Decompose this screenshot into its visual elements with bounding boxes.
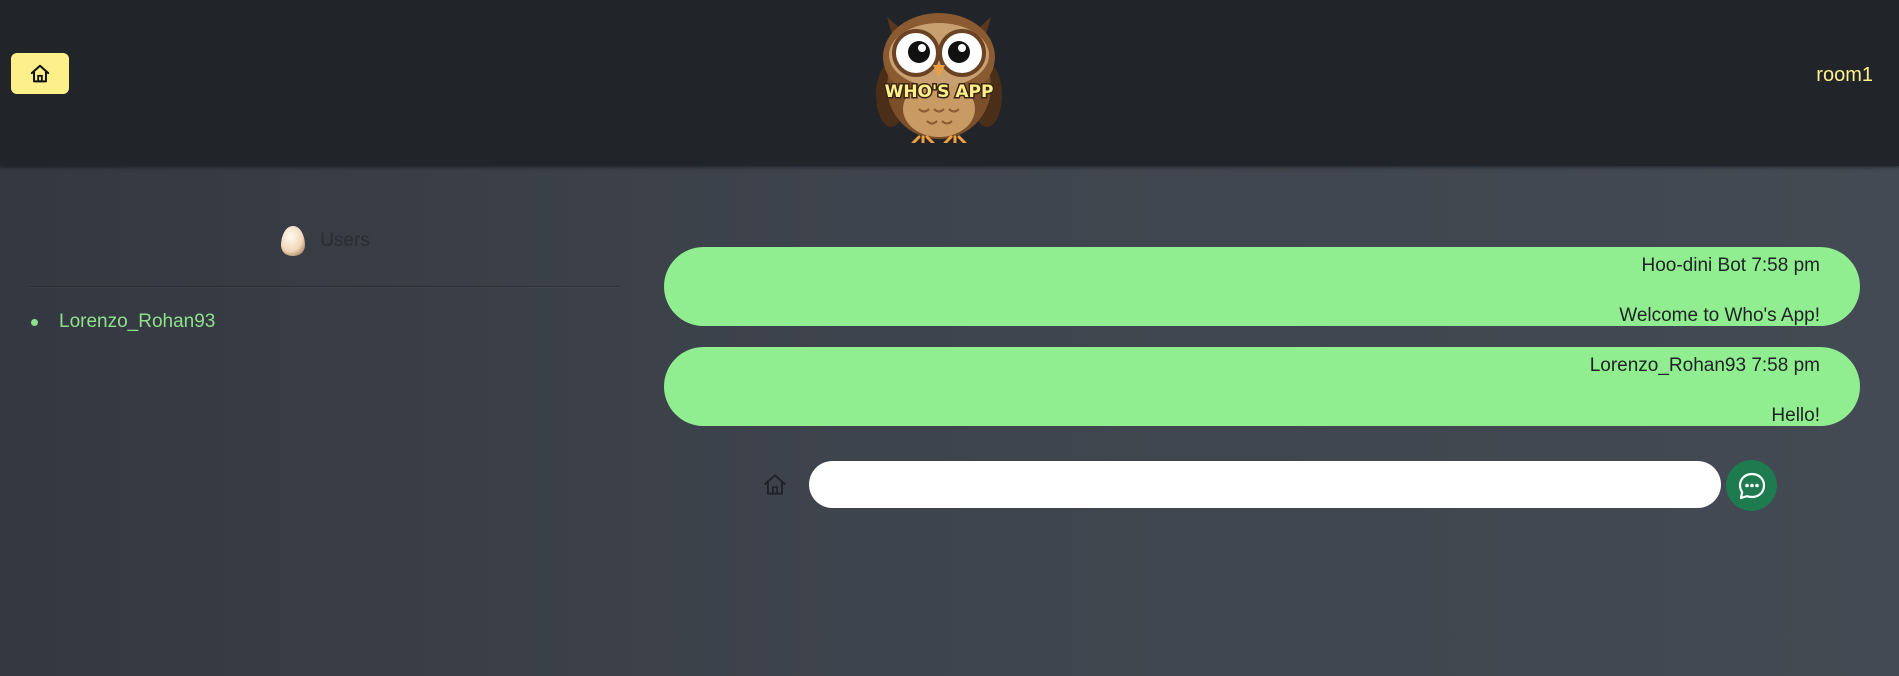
home-icon [30, 64, 50, 82]
users-title: Users [320, 230, 370, 251]
app-header: WHO'S APP room1 [0, 0, 1899, 166]
message-text: Welcome to Who's App! [1619, 305, 1820, 326]
egg-icon [281, 226, 306, 256]
home-button[interactable] [11, 53, 69, 94]
user-list-item: Lorenzo_Rohan93 [30, 311, 620, 333]
message-input[interactable] [809, 461, 1721, 508]
whos-app-owl-logo: WHO'S APP [873, 5, 1005, 146]
user-bullet [31, 318, 38, 326]
user-name: Lorenzo_Rohan93 [59, 311, 216, 332]
user-list: Lorenzo_Rohan93 [30, 311, 620, 333]
chat-send-icon [1738, 472, 1765, 499]
message-meta: Hoo-dini Bot 7:58 pm [1641, 255, 1821, 276]
message-bubble: Hoo-dini Bot 7:58 pm Welcome to Who's Ap… [664, 247, 1860, 326]
message-bubble: Lorenzo_Rohan93 7:58 pm Hello! [664, 347, 1860, 426]
home-icon[interactable] [762, 472, 788, 498]
room-name: room1 [1816, 64, 1873, 86]
users-header: Users [30, 222, 620, 287]
message-meta: Lorenzo_Rohan93 7:58 pm [1589, 355, 1820, 376]
users-panel: Users Lorenzo_Rohan93 [30, 222, 620, 333]
send-message-button[interactable] [1726, 460, 1777, 511]
message-text: Hello! [1771, 405, 1820, 426]
svg-text:WHO'S APP: WHO'S APP [885, 82, 994, 102]
